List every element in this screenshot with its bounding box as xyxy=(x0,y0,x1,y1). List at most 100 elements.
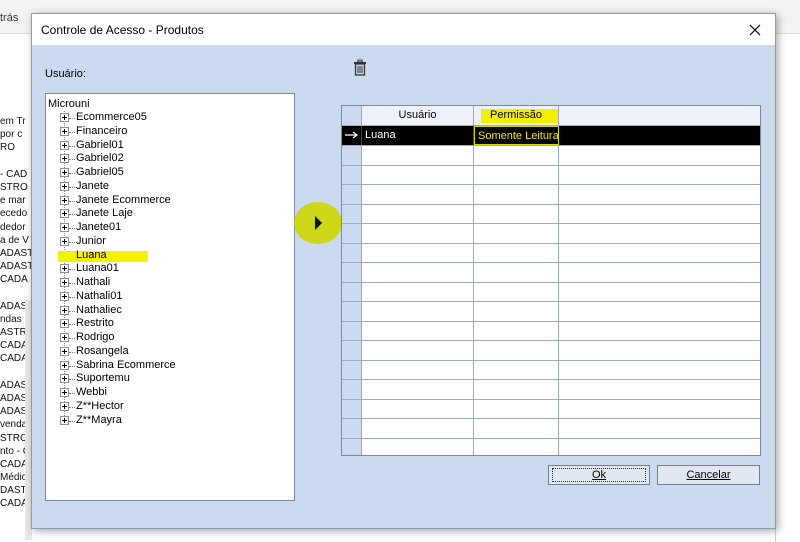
grid-cell[interactable] xyxy=(559,283,760,302)
grid-cell[interactable] xyxy=(559,419,760,438)
grid-cell[interactable] xyxy=(559,400,760,419)
permission-grid[interactable]: Usuário Permissão Luana Somente Leitura xyxy=(341,105,761,456)
expander-plus-icon[interactable] xyxy=(60,223,69,232)
expander-plus-icon[interactable] xyxy=(60,264,69,274)
expander-plus-icon[interactable] xyxy=(60,374,69,384)
background-list-item[interactable] xyxy=(0,155,34,168)
grid-header-permissao[interactable]: Permissão xyxy=(474,106,559,125)
table-row[interactable] xyxy=(342,185,760,205)
table-row[interactable] xyxy=(342,419,760,439)
expander-plus-icon[interactable] xyxy=(60,333,69,342)
expander-plus-icon[interactable] xyxy=(60,360,69,370)
background-list-item[interactable]: e mar xyxy=(0,194,34,207)
cell-usuario[interactable]: Luana xyxy=(362,126,474,145)
grid-cell[interactable] xyxy=(362,165,474,184)
grid-cell[interactable] xyxy=(474,185,559,204)
table-row[interactable] xyxy=(342,341,760,361)
grid-cell[interactable] xyxy=(559,185,760,204)
expander-plus-icon[interactable] xyxy=(60,278,69,287)
tree-item[interactable]: Ecommerce05 xyxy=(60,111,176,125)
grid-cell[interactable] xyxy=(362,360,474,379)
grid-cell[interactable] xyxy=(362,243,474,262)
background-list-item[interactable]: CADA xyxy=(0,273,34,286)
expander-plus-icon[interactable] xyxy=(60,415,69,425)
grid-cell[interactable] xyxy=(474,321,559,340)
grid-cell[interactable] xyxy=(474,380,559,399)
table-row[interactable] xyxy=(342,282,760,302)
grid-cell[interactable] xyxy=(474,263,559,282)
grid-cell[interactable] xyxy=(362,282,474,301)
expander-plus-icon[interactable] xyxy=(60,154,69,164)
grid-cell[interactable] xyxy=(559,166,760,185)
tree-item[interactable]: Gabriel05 xyxy=(60,166,176,180)
tree-item[interactable]: Janete xyxy=(60,180,176,194)
table-row[interactable] xyxy=(342,146,760,166)
ok-button[interactable]: Ok xyxy=(548,465,650,485)
grid-cell[interactable] xyxy=(559,146,760,165)
tree-item[interactable]: Restrito xyxy=(60,317,176,331)
tree-item[interactable]: Nathali01 xyxy=(60,290,176,304)
grid-cell[interactable] xyxy=(362,146,474,165)
grid-cell[interactable] xyxy=(559,263,760,282)
tree-item[interactable]: Rosangela xyxy=(60,345,176,359)
grid-cell[interactable] xyxy=(362,438,474,455)
grid-cell[interactable] xyxy=(474,438,559,455)
expander-plus-icon[interactable] xyxy=(60,168,69,177)
grid-cell[interactable] xyxy=(474,146,559,165)
background-list-item[interactable]: - CAD xyxy=(0,168,34,181)
background-menu-item[interactable]: trás xyxy=(0,12,18,24)
expander-plus-icon[interactable] xyxy=(60,346,69,356)
trash-icon[interactable] xyxy=(352,59,368,76)
grid-cell[interactable] xyxy=(362,263,474,282)
tree-item[interactable]: Janete01 xyxy=(60,221,176,235)
tree-item[interactable]: Luana01 xyxy=(60,262,176,276)
tree-item[interactable]: Webbi xyxy=(60,386,176,400)
grid-cell[interactable] xyxy=(362,185,474,204)
tree-item[interactable]: Gabriel01 xyxy=(60,139,176,153)
grid-cell[interactable] xyxy=(559,302,760,321)
table-row[interactable] xyxy=(342,165,760,185)
table-row[interactable] xyxy=(342,380,760,400)
expander-plus-icon[interactable] xyxy=(60,236,69,246)
tree-item[interactable]: Nathaliec xyxy=(60,304,176,318)
grid-cell[interactable] xyxy=(362,399,474,418)
table-row[interactable] xyxy=(342,263,760,283)
grid-cell[interactable] xyxy=(559,322,760,341)
tree-item[interactable]: Janete Laje xyxy=(60,207,176,221)
grid-cell[interactable] xyxy=(474,243,559,262)
grid-cell[interactable] xyxy=(474,419,559,438)
grid-cell[interactable] xyxy=(474,360,559,379)
grid-cell[interactable] xyxy=(474,399,559,418)
grid-cell[interactable] xyxy=(474,282,559,301)
grid-cell[interactable] xyxy=(362,302,474,321)
table-row[interactable]: Luana Somente Leitura xyxy=(342,126,760,146)
move-user-button[interactable] xyxy=(290,197,346,247)
grid-cell[interactable] xyxy=(559,439,760,456)
expander-plus-icon[interactable] xyxy=(60,388,69,397)
grid-cell[interactable] xyxy=(474,224,559,243)
table-row[interactable] xyxy=(342,321,760,341)
tree-item[interactable]: Junior xyxy=(60,235,176,249)
grid-cell[interactable] xyxy=(559,224,760,243)
close-button[interactable] xyxy=(735,14,775,45)
background-list-item[interactable]: RO xyxy=(0,141,34,154)
tree-item[interactable]: Z**Hector xyxy=(60,400,176,414)
background-list-item[interactable]: dedor xyxy=(0,221,34,234)
tree-item[interactable]: Janete Ecommerce xyxy=(60,194,176,208)
grid-cell[interactable] xyxy=(362,321,474,340)
tree-item[interactable]: Nathali xyxy=(60,276,176,290)
grid-cell[interactable] xyxy=(559,341,760,360)
grid-cell[interactable] xyxy=(474,204,559,223)
tree-item[interactable]: Gabriel02 xyxy=(60,152,176,166)
grid-cell[interactable] xyxy=(559,380,760,399)
grid-cell[interactable] xyxy=(362,204,474,223)
tree-item[interactable]: Z**Mayra xyxy=(60,414,176,428)
background-list-item[interactable]: ADAST xyxy=(0,247,34,260)
cancel-button[interactable]: Cancelar xyxy=(657,465,760,485)
background-list-item[interactable]: ecedo xyxy=(0,207,34,220)
table-row[interactable] xyxy=(342,302,760,322)
table-row[interactable] xyxy=(342,243,760,263)
cell-permissao[interactable]: Somente Leitura xyxy=(474,126,559,145)
tree-item[interactable]: Rodrigo xyxy=(60,331,176,345)
table-row[interactable] xyxy=(342,399,760,419)
